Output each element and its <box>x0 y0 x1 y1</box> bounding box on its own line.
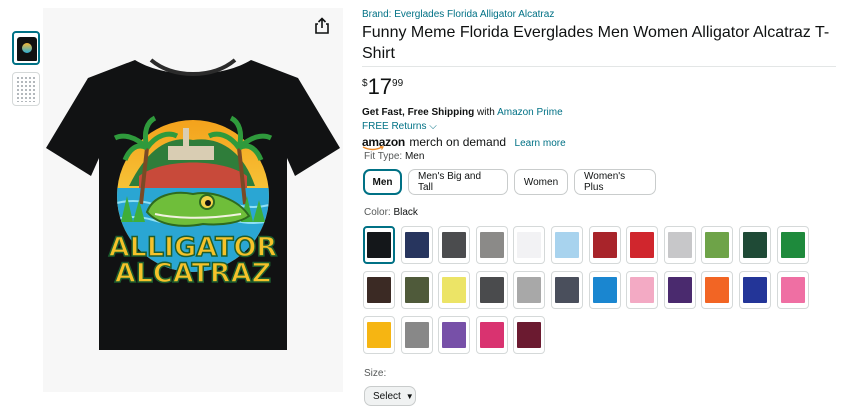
color-swatch-chip <box>480 277 504 303</box>
color-swatch[interactable] <box>551 226 583 264</box>
color-swatch[interactable] <box>777 271 809 309</box>
shirt-text-line2: ALCATRAZ <box>115 258 271 289</box>
price-fraction: 99 <box>392 78 404 89</box>
thumbnail-front[interactable] <box>12 31 40 65</box>
merch-on-demand: amazon merch on demand Learn more <box>362 133 566 151</box>
color-swatch[interactable] <box>476 271 508 309</box>
color-swatch[interactable] <box>701 226 733 264</box>
color-swatch-chip <box>480 232 504 258</box>
shipping-with: with <box>477 107 495 118</box>
color-swatch-chip <box>705 232 729 258</box>
color-swatch[interactable] <box>626 226 658 264</box>
color-swatch[interactable] <box>363 271 395 309</box>
color-swatch-chip <box>743 232 767 258</box>
price-whole: 17 <box>367 74 393 99</box>
color-swatch-chip <box>442 232 466 258</box>
color-swatch-chip <box>630 277 654 303</box>
size-select[interactable]: Select ▼ <box>364 386 416 406</box>
color-swatch[interactable] <box>626 271 658 309</box>
color-swatch[interactable] <box>438 271 470 309</box>
thumbnail-size-chart-image <box>16 76 36 102</box>
divider <box>362 66 836 67</box>
thumbnail-shirt-art <box>22 43 32 53</box>
color-swatch[interactable] <box>701 271 733 309</box>
color-swatch-chip <box>555 232 579 258</box>
color-swatch-chip <box>442 322 466 348</box>
color-swatch[interactable] <box>401 316 433 354</box>
color-swatch-chip <box>517 232 541 258</box>
share-icon[interactable] <box>312 16 332 36</box>
learn-more-link[interactable]: Learn more <box>515 138 566 149</box>
tshirt-image: ALLIGATOR ALCATRAZ <box>46 58 340 350</box>
merch-logo-text: merch on demand <box>409 135 507 149</box>
shipping-info: Get Fast, Free Shipping with Amazon Prim… <box>362 107 563 118</box>
fit-type-label: Fit Type: Men <box>364 151 424 162</box>
color-swatch[interactable] <box>551 271 583 309</box>
color-swatch[interactable] <box>476 226 508 264</box>
color-label-text: Color: <box>364 207 391 218</box>
color-swatch[interactable] <box>777 226 809 264</box>
fit-option-women[interactable]: Women <box>514 169 568 195</box>
color-swatch[interactable] <box>476 316 508 354</box>
fit-type-label-text: Fit Type: <box>364 151 403 162</box>
color-swatch[interactable] <box>664 226 696 264</box>
color-swatch-chip <box>593 232 617 258</box>
color-swatch[interactable] <box>739 226 771 264</box>
size-select-value: Select <box>373 390 401 402</box>
color-swatch[interactable] <box>513 226 545 264</box>
color-swatch[interactable] <box>589 226 621 264</box>
color-swatch[interactable] <box>589 271 621 309</box>
main-product-image[interactable]: ALLIGATOR ALCATRAZ <box>43 8 343 392</box>
color-swatch-chip <box>405 322 429 348</box>
price-symbol: $ <box>362 78 368 89</box>
size-label: Size: <box>364 368 387 379</box>
price: $1799 <box>362 76 403 99</box>
color-swatch-chip <box>367 232 391 258</box>
color-swatch-chip <box>480 322 504 348</box>
color-swatch-chip <box>367 277 391 303</box>
color-swatch-chip <box>405 232 429 258</box>
color-swatch-chip <box>555 277 579 303</box>
color-swatch[interactable] <box>363 226 395 264</box>
color-value: Black <box>393 207 418 218</box>
color-swatch-chip <box>367 322 391 348</box>
shipping-prefix: Get Fast, Free Shipping <box>362 107 475 118</box>
color-swatch[interactable] <box>363 316 395 354</box>
color-label: Color: Black <box>364 207 418 218</box>
color-swatch[interactable] <box>438 316 470 354</box>
brand-link[interactable]: Brand: Everglades Florida Alligator Alca… <box>362 9 554 20</box>
fit-type-value: Men <box>404 151 425 162</box>
fit-option-women-plus[interactable]: Women's Plus <box>574 169 656 195</box>
color-swatch-chip <box>517 277 541 303</box>
color-swatch-chip <box>517 322 541 348</box>
fit-option-men[interactable]: Men <box>363 169 402 195</box>
prime-link[interactable]: Amazon Prime <box>497 107 563 118</box>
product-title: Funny Meme Florida Everglades Men Women … <box>362 24 830 62</box>
thumbnail-size-chart[interactable] <box>12 72 40 106</box>
color-swatch[interactable] <box>739 271 771 309</box>
color-swatch[interactable] <box>513 271 545 309</box>
color-swatch[interactable] <box>401 271 433 309</box>
color-swatch-chip <box>743 277 767 303</box>
fit-option-men-big-tall[interactable]: Men's Big and Tall <box>408 169 508 195</box>
color-swatch[interactable] <box>664 271 696 309</box>
color-swatch[interactable] <box>401 226 433 264</box>
chevron-down-icon: ⌵ <box>429 121 437 132</box>
color-swatch-chip <box>405 277 429 303</box>
color-swatch-chip <box>630 232 654 258</box>
color-swatch-chip <box>442 277 466 303</box>
color-swatch-chip <box>668 232 692 258</box>
color-swatch[interactable] <box>438 226 470 264</box>
color-swatch-chip <box>668 277 692 303</box>
color-swatch-chip <box>593 277 617 303</box>
color-swatch-chip <box>705 277 729 303</box>
free-returns-label: FREE Returns <box>362 121 427 132</box>
color-swatch-chip <box>781 277 805 303</box>
color-swatch-chip <box>781 232 805 258</box>
color-swatch[interactable] <box>513 316 545 354</box>
chevron-down-icon: ▼ <box>405 391 414 401</box>
free-returns-dropdown[interactable]: FREE Returns ⌵ <box>362 121 437 132</box>
